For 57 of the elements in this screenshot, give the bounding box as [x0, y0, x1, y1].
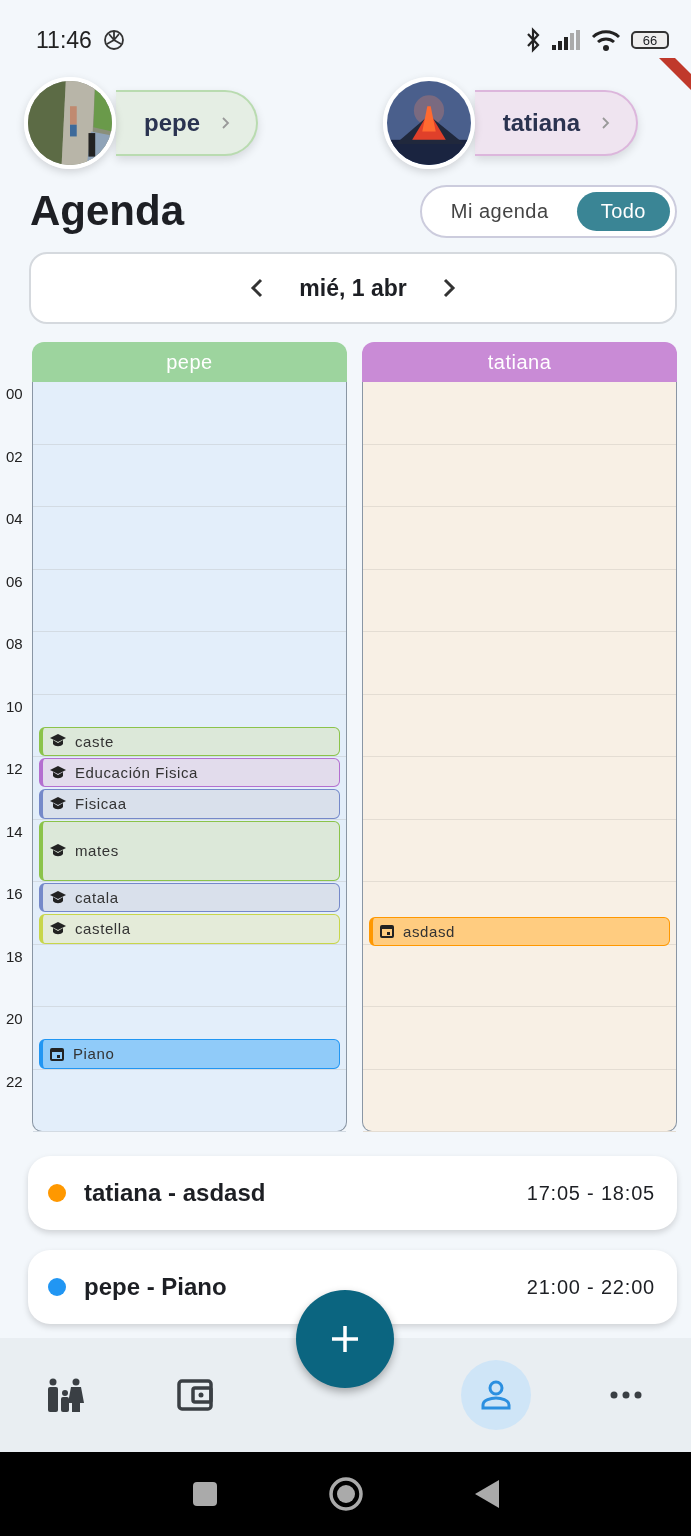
graduation-cap-icon [49, 795, 67, 812]
column-header: pepe [32, 342, 347, 382]
date-label: mié, 1 abr [299, 274, 407, 302]
hour-label: 12 [5, 759, 24, 779]
chevron-icon [602, 117, 610, 129]
hour-label: 08 [5, 634, 24, 654]
class-block[interactable]: Fisicaa [39, 789, 340, 819]
back-button[interactable] [473, 1479, 500, 1509]
bluetooth-icon [525, 27, 541, 53]
class-block[interactable]: catala [39, 883, 340, 913]
graduation-cap-icon [49, 920, 67, 937]
event-title: tatiana - asdasd [84, 1179, 267, 1207]
hour-label: 06 [5, 571, 24, 592]
toggle-option[interactable]: Todo [576, 191, 670, 231]
wallet-icon [177, 1378, 214, 1412]
event-time: 17:05 - 18:05 [526, 1181, 655, 1205]
column-header: tatiana [362, 342, 677, 382]
signal-icon [551, 29, 581, 51]
chevron-icon [222, 117, 230, 129]
hour-label: 04 [5, 509, 24, 529]
calendar-icon [379, 923, 395, 940]
profile-chip[interactable]: pepe [116, 90, 258, 156]
hour-label: 02 [5, 446, 24, 467]
recents-button[interactable] [191, 1481, 218, 1507]
knot-icon [101, 28, 126, 52]
page-title: Agenda [30, 187, 184, 235]
hour-label: 14 [5, 821, 24, 842]
event-title: pepe - Piano [84, 1273, 228, 1301]
wifi-icon [591, 28, 621, 52]
graduation-cap-icon [49, 764, 67, 781]
family-icon [46, 1377, 85, 1413]
hour-label: 18 [5, 946, 24, 967]
hour-label: 22 [5, 1071, 24, 1092]
calendar-icon [49, 1045, 65, 1062]
toggle-option[interactable]: Mi agenda [426, 191, 573, 231]
class-block[interactable]: Educación Fisica [39, 758, 340, 788]
hour-label: 10 [5, 696, 24, 717]
event-time: 21:00 - 22:00 [526, 1275, 655, 1299]
home-button[interactable] [327, 1476, 364, 1512]
class-block[interactable]: mates [39, 820, 340, 881]
status-time: 11:46 [36, 26, 92, 54]
event-card[interactable]: pepe - Piano 21:00 - 22:00 [28, 1250, 677, 1324]
person-icon [479, 1380, 512, 1410]
more-icon [609, 1391, 642, 1399]
event-block[interactable]: asdasd [369, 916, 670, 946]
class-block[interactable]: castella [39, 914, 340, 944]
event-block[interactable]: Piano [39, 1039, 340, 1069]
profile-chip[interactable]: tatiana [474, 90, 638, 156]
hour-label: 16 [5, 884, 24, 904]
event-card[interactable]: tatiana - asdasd 17:05 - 18:05 [28, 1156, 677, 1230]
hour-label: 00 [5, 384, 24, 404]
class-block[interactable]: caste [39, 726, 340, 756]
plus-icon [330, 1324, 360, 1354]
hour-label: 20 [5, 1009, 24, 1029]
graduation-cap-icon [49, 842, 67, 859]
battery-icon: 66 [631, 31, 669, 49]
graduation-cap-icon [49, 889, 67, 906]
